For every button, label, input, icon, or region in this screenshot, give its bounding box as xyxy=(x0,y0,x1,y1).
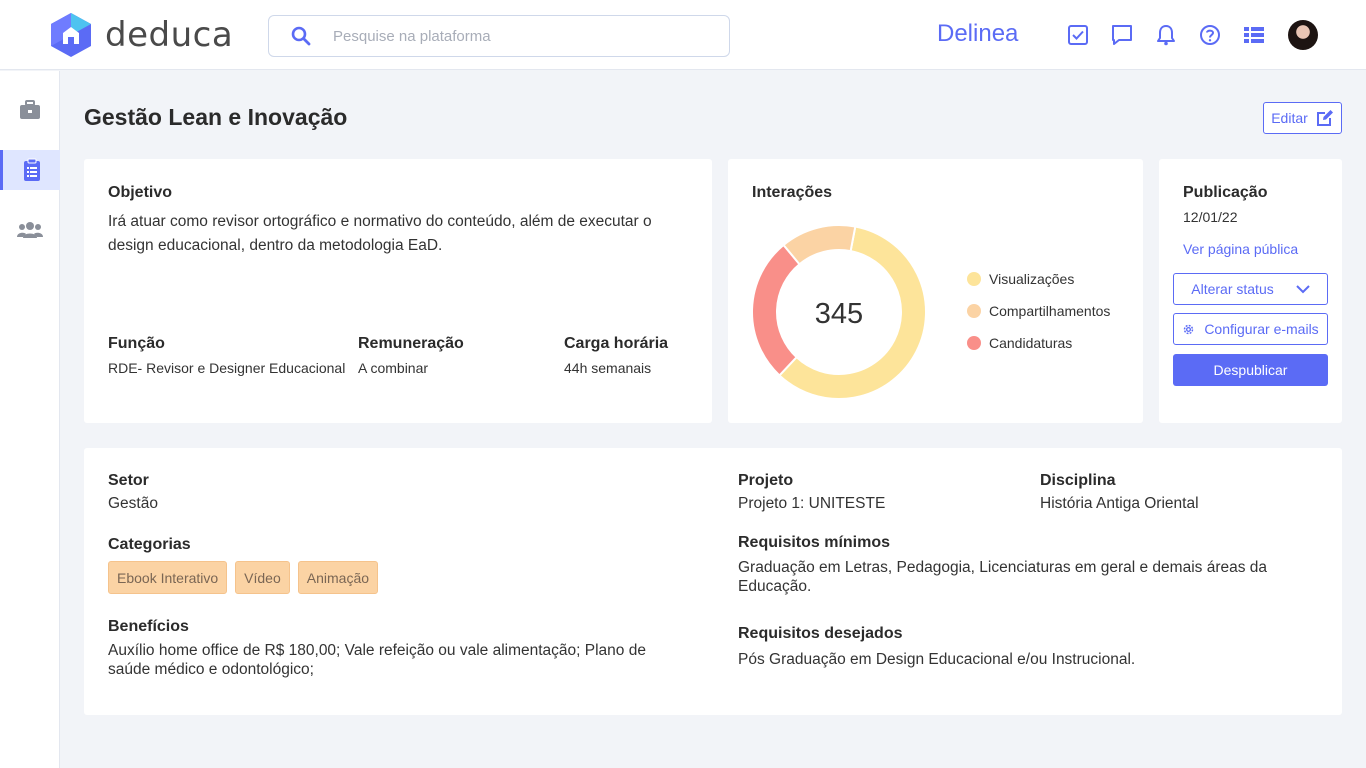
req-min-label: Requisitos mínimos xyxy=(738,534,891,551)
legend-item: Candidaturas xyxy=(967,335,1072,351)
legend-label: Compartilhamentos xyxy=(989,303,1111,319)
setor-label: Setor xyxy=(108,472,149,489)
interactions-label: Interações xyxy=(752,184,833,201)
category-tag: Vídeo xyxy=(235,561,290,594)
institution-name[interactable]: Delinea xyxy=(937,20,1018,48)
details-card: Setor Gestão Categorias Ebook Interativo… xyxy=(84,448,1342,715)
logo[interactable]: deduca xyxy=(47,11,233,59)
legend-item: Visualizações xyxy=(967,271,1074,287)
interactions-card: Interações 345 Visualizações Compartilham… xyxy=(728,159,1143,423)
public-page-link[interactable]: Ver página pública xyxy=(1183,241,1298,257)
carga-value: 44h semanais xyxy=(564,360,652,376)
publication-date: 12/01/22 xyxy=(1183,209,1238,225)
categorias-label: Categorias xyxy=(108,536,191,553)
avatar[interactable] xyxy=(1288,20,1318,50)
interactions-donut-chart: 345 xyxy=(752,225,926,399)
remuneracao-value: A combinar xyxy=(358,360,429,376)
req-des-label: Requisitos desejados xyxy=(738,625,903,642)
category-tag: Ebook Interativo xyxy=(108,561,228,594)
edit-label: Editar xyxy=(1271,110,1308,126)
disciplina-value: História Antiga Oriental xyxy=(1040,495,1199,512)
remuneracao-label: Remuneração xyxy=(358,335,464,352)
category-tag: Animação xyxy=(297,561,379,594)
change-status-dropdown[interactable]: Alterar status xyxy=(1173,273,1328,305)
legend-dot xyxy=(967,336,981,350)
chat-icon[interactable] xyxy=(1111,24,1133,46)
sidebar-item-candidatos[interactable] xyxy=(0,210,60,250)
sidebar-item-detalhes[interactable] xyxy=(0,150,60,190)
legend-item: Compartilhamentos xyxy=(967,303,1110,319)
objective-card: Objetivo Irá atuar como revisor ortográf… xyxy=(84,159,712,423)
sidebar xyxy=(0,71,60,768)
legend-label: Visualizações xyxy=(989,271,1075,287)
categorias-tags: Ebook Interativo Vídeo Animação xyxy=(108,561,386,594)
donut-center-value: 345 xyxy=(815,298,863,330)
legend-label: Candidaturas xyxy=(989,335,1073,351)
objective-label: Objetivo xyxy=(108,184,173,201)
edit-button[interactable]: Editar xyxy=(1263,102,1342,134)
req-des-value: Pós Graduação em Design Educacional e/ou… xyxy=(738,651,1136,668)
search-box xyxy=(268,15,730,57)
chevron-down-icon xyxy=(1296,285,1310,294)
sidebar-item-vagas[interactable] xyxy=(0,90,60,130)
beneficios-value: Auxílio home office de R$ 180,00; Vale r… xyxy=(108,642,646,678)
configure-emails-button[interactable]: Configurar e-mails xyxy=(1173,313,1328,345)
clipboard-icon xyxy=(23,158,40,181)
top-bar: deduca Delinea xyxy=(0,0,1366,70)
users-icon xyxy=(17,222,43,238)
projeto-value: Projeto 1: UNITESTE xyxy=(738,495,886,512)
gear-icon xyxy=(1184,324,1194,334)
search-icon[interactable] xyxy=(291,26,311,46)
change-status-label: Alterar status xyxy=(1191,281,1274,297)
briefcase-icon xyxy=(20,100,40,119)
funcao-label: Função xyxy=(108,335,165,352)
edit-icon xyxy=(1316,110,1333,126)
logo-text: deduca xyxy=(105,15,234,55)
publication-label: Publicação xyxy=(1183,184,1268,201)
logo-icon xyxy=(51,13,91,57)
bell-icon[interactable] xyxy=(1155,24,1177,46)
carga-label: Carga horária xyxy=(564,335,669,352)
help-icon[interactable] xyxy=(1199,24,1221,46)
legend-dot xyxy=(967,272,981,286)
beneficios-label: Benefícios xyxy=(108,618,189,635)
donut-slice-1 xyxy=(782,225,857,266)
unpublish-button[interactable]: Despublicar xyxy=(1173,354,1328,386)
publication-card: Publicação 12/01/22 Ver página pública A… xyxy=(1159,159,1342,423)
page-title: Gestão Lean e Inovação xyxy=(84,104,348,130)
search-input[interactable] xyxy=(333,27,693,45)
setor-value: Gestão xyxy=(108,495,158,512)
funcao-value: RDE- Revisor e Designer Educacional xyxy=(108,360,346,376)
disciplina-label: Disciplina xyxy=(1040,472,1116,489)
list-icon[interactable] xyxy=(1243,24,1265,46)
projeto-label: Projeto xyxy=(738,472,794,489)
objective-text: Irá atuar como revisor ortográfico e nor… xyxy=(108,213,652,254)
legend-dot xyxy=(967,304,981,318)
req-min-value: Graduação em Letras, Pedagogia, Licencia… xyxy=(738,559,1268,595)
donut-slice-2 xyxy=(752,243,801,377)
checkbox-icon[interactable] xyxy=(1067,24,1089,46)
configure-emails-label: Configurar e-mails xyxy=(1204,321,1319,337)
